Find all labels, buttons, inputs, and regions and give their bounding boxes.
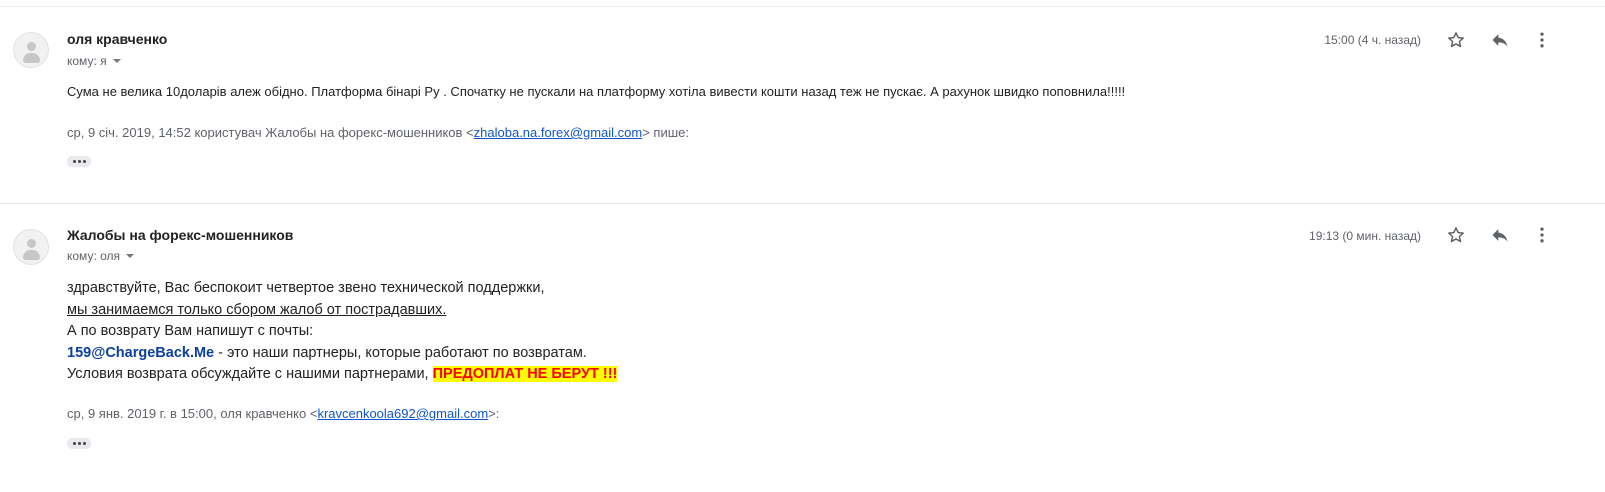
partner-email[interactable]: 159@ChargeBack.Me bbox=[67, 345, 214, 361]
top-divider bbox=[0, 6, 1605, 7]
quote-email-link[interactable]: zhaloba.na.forex@gmail.com bbox=[474, 125, 643, 140]
message-body: здравствуйте, Вас беспокоит четвертое зв… bbox=[67, 278, 618, 386]
body-line-3: А по возврату Вам напишут с почты: bbox=[67, 323, 314, 339]
more-options-icon[interactable] bbox=[1530, 28, 1554, 52]
body-line-5: Условия возврата обсуждайте с нашими пар… bbox=[67, 364, 618, 386]
quote-suffix: > пише: bbox=[642, 125, 689, 140]
conditions-text: Условия возврата обсуждайте с нашими пар… bbox=[67, 366, 433, 382]
sender-name[interactable]: оля кравченко bbox=[67, 31, 167, 47]
reply-icon[interactable] bbox=[1488, 28, 1512, 52]
body-line-4: 159@ChargeBack.Me - это наши партнеры, к… bbox=[67, 343, 617, 365]
quote-prefix: ср, 9 січ. 2019, 14:52 користувач Жалобы… bbox=[67, 125, 474, 140]
partner-description: - это наши партнеры, которые работают по… bbox=[214, 344, 587, 361]
message-body: Сума не велика 10доларів алеж обідно. Пл… bbox=[67, 84, 1126, 99]
sender-name[interactable]: Жалобы на форекс-мошенников bbox=[67, 227, 293, 243]
recipient-label: кому: я bbox=[67, 54, 107, 68]
body-line-1: здравствуйте, Вас беспокоит четвертое зв… bbox=[67, 280, 545, 296]
chevron-down-icon[interactable] bbox=[126, 254, 135, 258]
recipient-toggle[interactable]: кому: оля bbox=[67, 249, 135, 263]
star-icon[interactable] bbox=[1444, 28, 1468, 52]
sender-avatar-icon[interactable] bbox=[13, 32, 49, 68]
recipient-label: кому: оля bbox=[67, 249, 121, 263]
body-line-2: мы занимаемся только сбором жалоб от пос… bbox=[67, 301, 447, 318]
message-divider bbox=[0, 203, 1605, 204]
sender-avatar-icon[interactable] bbox=[13, 229, 49, 265]
reply-icon[interactable] bbox=[1488, 223, 1512, 247]
quote-suffix: >: bbox=[488, 406, 500, 421]
show-trimmed-content-button[interactable] bbox=[67, 438, 91, 449]
chevron-down-icon[interactable] bbox=[112, 59, 121, 63]
quote-email-link[interactable]: kravcenkoola692@gmail.com bbox=[317, 406, 488, 421]
quote-header: ср, 9 січ. 2019, 14:52 користувач Жалобы… bbox=[67, 125, 689, 140]
show-trimmed-content-button[interactable] bbox=[67, 156, 91, 167]
more-options-icon[interactable] bbox=[1530, 223, 1554, 247]
no-prepayment-highlight: ПРЕДОПЛАТ НЕ БЕРУТ !!! bbox=[432, 366, 618, 382]
recipient-toggle[interactable]: кому: я bbox=[67, 54, 121, 68]
quote-header: ср, 9 янв. 2019 г. в 15:00, оля кравченк… bbox=[67, 406, 499, 421]
star-icon[interactable] bbox=[1444, 223, 1468, 247]
quote-prefix: ср, 9 янв. 2019 г. в 15:00, оля кравченк… bbox=[67, 406, 318, 421]
message-timestamp[interactable]: 15:00 (4 ч. назад) bbox=[1324, 33, 1421, 47]
message-timestamp[interactable]: 19:13 (0 мин. назад) bbox=[1309, 229, 1421, 243]
